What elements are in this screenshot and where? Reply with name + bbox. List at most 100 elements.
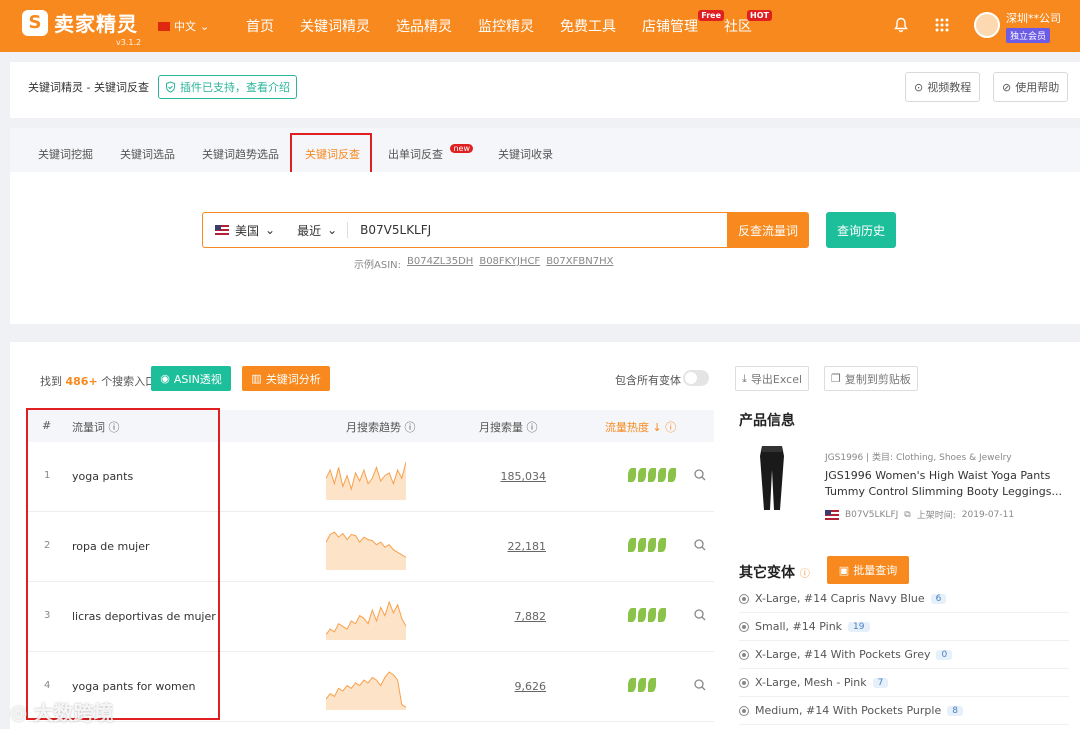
search-icon[interactable] bbox=[694, 679, 706, 691]
download-icon: ⤓ bbox=[742, 371, 747, 385]
leaf-icon bbox=[638, 468, 646, 482]
nav-item-monitor[interactable]: 监控精灵 bbox=[478, 16, 534, 36]
external-link-icon[interactable]: ⧉ bbox=[904, 510, 910, 520]
example-asin-link[interactable]: B08FKYJHCF bbox=[479, 256, 540, 271]
leaf-icon bbox=[638, 538, 646, 552]
nav-item-product[interactable]: 选品精灵 bbox=[396, 16, 452, 36]
variant-item[interactable]: Medium, #14 With Pockets Purple 8 bbox=[739, 697, 1069, 725]
nav-item-free-tools[interactable]: 免费工具 bbox=[560, 16, 616, 36]
leaf-icon bbox=[628, 468, 636, 482]
keyword-analysis-label: 关键词分析 bbox=[265, 372, 321, 386]
search-icon[interactable] bbox=[694, 609, 706, 621]
variant-item[interactable]: X-Large, #14 Capris Navy Blue 6 bbox=[739, 585, 1069, 613]
question-circle-icon[interactable]: ⓘ bbox=[800, 569, 810, 580]
product-asin[interactable]: B07V5LKLFJ bbox=[845, 510, 898, 520]
variant-count: 8 bbox=[947, 705, 963, 716]
nav-item-store[interactable]: 店铺管理 Free bbox=[642, 10, 724, 36]
nav-item-keyword[interactable]: 关键词精灵 bbox=[300, 16, 370, 36]
date-label: 上架时间: bbox=[916, 511, 956, 521]
batch-query-button[interactable]: ▣ 批量查询 bbox=[827, 556, 909, 584]
main-nav: 首页 关键词精灵 选品精灵 监控精灵 免费工具 店铺管理 Free 社区 HOT bbox=[246, 10, 778, 36]
variant-count: 7 bbox=[872, 677, 889, 688]
reverse-lookup-button[interactable]: 反查流量词 bbox=[727, 212, 809, 248]
eye-icon: ◉ bbox=[160, 372, 170, 385]
question-circle-icon[interactable]: ⓘ bbox=[527, 421, 538, 434]
variant-label: Medium, #14 With Pockets Purple bbox=[755, 704, 942, 717]
include-variants-toggle[interactable] bbox=[683, 370, 709, 386]
nav-item-community[interactable]: 社区 HOT bbox=[724, 10, 772, 36]
product-title[interactable]: JGS1996 Women's High Waist Yoga Pants Tu… bbox=[825, 468, 1065, 500]
product-asin-row: B07V5LKLFJ ⧉ 上架时间: 2019-07-11 bbox=[825, 508, 1014, 521]
new-badge: new bbox=[450, 144, 473, 153]
variant-item[interactable]: X-Large, #14 With Pockets Grey 0 bbox=[739, 641, 1069, 669]
row-volume[interactable]: 185,034 bbox=[501, 470, 547, 483]
row-volume[interactable]: 7,882 bbox=[515, 610, 547, 623]
asin-input[interactable]: B07V5LKLFJ bbox=[360, 223, 431, 237]
heat-rating bbox=[628, 608, 666, 622]
help-button[interactable]: ⊘ 使用帮助 bbox=[993, 72, 1069, 102]
variant-label: X-Large, #14 Capris Navy Blue bbox=[755, 592, 925, 605]
tab-keyword-selection[interactable]: 关键词选品 bbox=[120, 146, 175, 162]
variant-item[interactable]: Small, #14 Pink 19 bbox=[739, 613, 1069, 641]
leaf-icon bbox=[648, 468, 656, 482]
period-label: 最近 bbox=[297, 223, 322, 238]
query-history-button[interactable]: 查询历史 bbox=[826, 212, 896, 248]
tab-keyword-trend[interactable]: 关键词趋势选品 bbox=[202, 146, 279, 162]
member-badge: 独立会员 bbox=[1006, 28, 1051, 43]
leaf-icon bbox=[668, 468, 676, 482]
search-icon[interactable] bbox=[694, 469, 706, 481]
avatar[interactable] bbox=[974, 12, 1000, 38]
col-heat[interactable]: 流量热度 ↓ ⓘ bbox=[605, 419, 676, 435]
asin-insight-button[interactable]: ◉ ASIN透视 bbox=[151, 366, 231, 391]
period-select[interactable]: 最近 ⌄ bbox=[297, 222, 337, 239]
trend-sparkline bbox=[326, 461, 406, 500]
nav-item-home[interactable]: 首页 bbox=[246, 16, 274, 36]
apps-grid-icon[interactable] bbox=[934, 17, 950, 33]
question-circle-icon: ⊘ bbox=[1002, 80, 1012, 94]
market-select[interactable]: 美国 ⌄ bbox=[235, 222, 275, 239]
radio-icon[interactable] bbox=[739, 649, 749, 660]
plugin-support-link[interactable]: 插件已支持，查看介绍 bbox=[158, 75, 297, 99]
user-company[interactable]: 深圳**公司 bbox=[1006, 10, 1061, 26]
product-image[interactable] bbox=[752, 444, 792, 512]
export-excel-button[interactable]: ⤓ 导出Excel bbox=[735, 366, 810, 391]
highlight-box-keywords bbox=[26, 408, 220, 720]
product-brand: JGS1996 bbox=[825, 453, 864, 463]
tab-keyword-mining[interactable]: 关键词挖掘 bbox=[38, 146, 93, 162]
leaf-icon bbox=[658, 538, 666, 552]
top-nav-bar: S 卖家精灵 v3.1.2 中文 ⌄ 首页 关键词精灵 选品精灵 监控精灵 免费… bbox=[0, 0, 1080, 52]
tab-order-keyword-lookup[interactable]: 出单词反查 new bbox=[388, 144, 473, 162]
free-badge: Free bbox=[698, 10, 724, 21]
copy-clipboard-button[interactable]: ❐ 复制到剪贴板 bbox=[824, 366, 918, 391]
question-circle-icon[interactable]: ⓘ bbox=[405, 421, 416, 434]
question-circle-icon[interactable]: ⓘ bbox=[665, 421, 676, 434]
language-label: 中文 bbox=[174, 20, 196, 33]
radio-icon[interactable] bbox=[739, 621, 749, 632]
tab-keyword-indexing[interactable]: 关键词收录 bbox=[498, 146, 553, 162]
row-volume[interactable]: 9,626 bbox=[515, 680, 547, 693]
video-tutorial-button[interactable]: ⊙ 视频教程 bbox=[905, 72, 981, 102]
found-count: 486+ bbox=[65, 375, 98, 388]
include-variants-label: 包含所有变体 bbox=[615, 374, 681, 387]
product-date: 2019-07-11 bbox=[961, 509, 1015, 520]
radio-icon[interactable] bbox=[739, 705, 749, 716]
bell-icon[interactable] bbox=[893, 17, 909, 33]
example-asin-link[interactable]: B07XFBN7HX bbox=[546, 256, 613, 271]
heat-rating bbox=[628, 538, 666, 552]
app-logo[interactable]: S 卖家精灵 bbox=[22, 8, 138, 37]
radio-icon[interactable] bbox=[739, 677, 749, 688]
help-label: 使用帮助 bbox=[1015, 81, 1060, 94]
example-asin-link[interactable]: B074ZL35DH bbox=[407, 256, 473, 271]
leaf-icon bbox=[628, 538, 636, 552]
row-volume[interactable]: 22,181 bbox=[508, 540, 547, 553]
search-icon[interactable] bbox=[694, 539, 706, 551]
variant-count: 0 bbox=[936, 649, 953, 660]
radio-icon[interactable] bbox=[739, 593, 749, 604]
chevron-down-icon: ⌄ bbox=[200, 19, 210, 33]
language-selector[interactable]: 中文 ⌄ bbox=[158, 18, 209, 34]
keyword-analysis-button[interactable]: ▥ 关键词分析 bbox=[242, 366, 330, 391]
examples-label: 示例ASIN: bbox=[354, 260, 401, 271]
variant-item[interactable]: X-Large, Mesh - Pink 7 bbox=[739, 669, 1069, 697]
watermark-logo-icon: ◎ bbox=[10, 699, 28, 724]
market-label: 美国 bbox=[235, 223, 260, 238]
